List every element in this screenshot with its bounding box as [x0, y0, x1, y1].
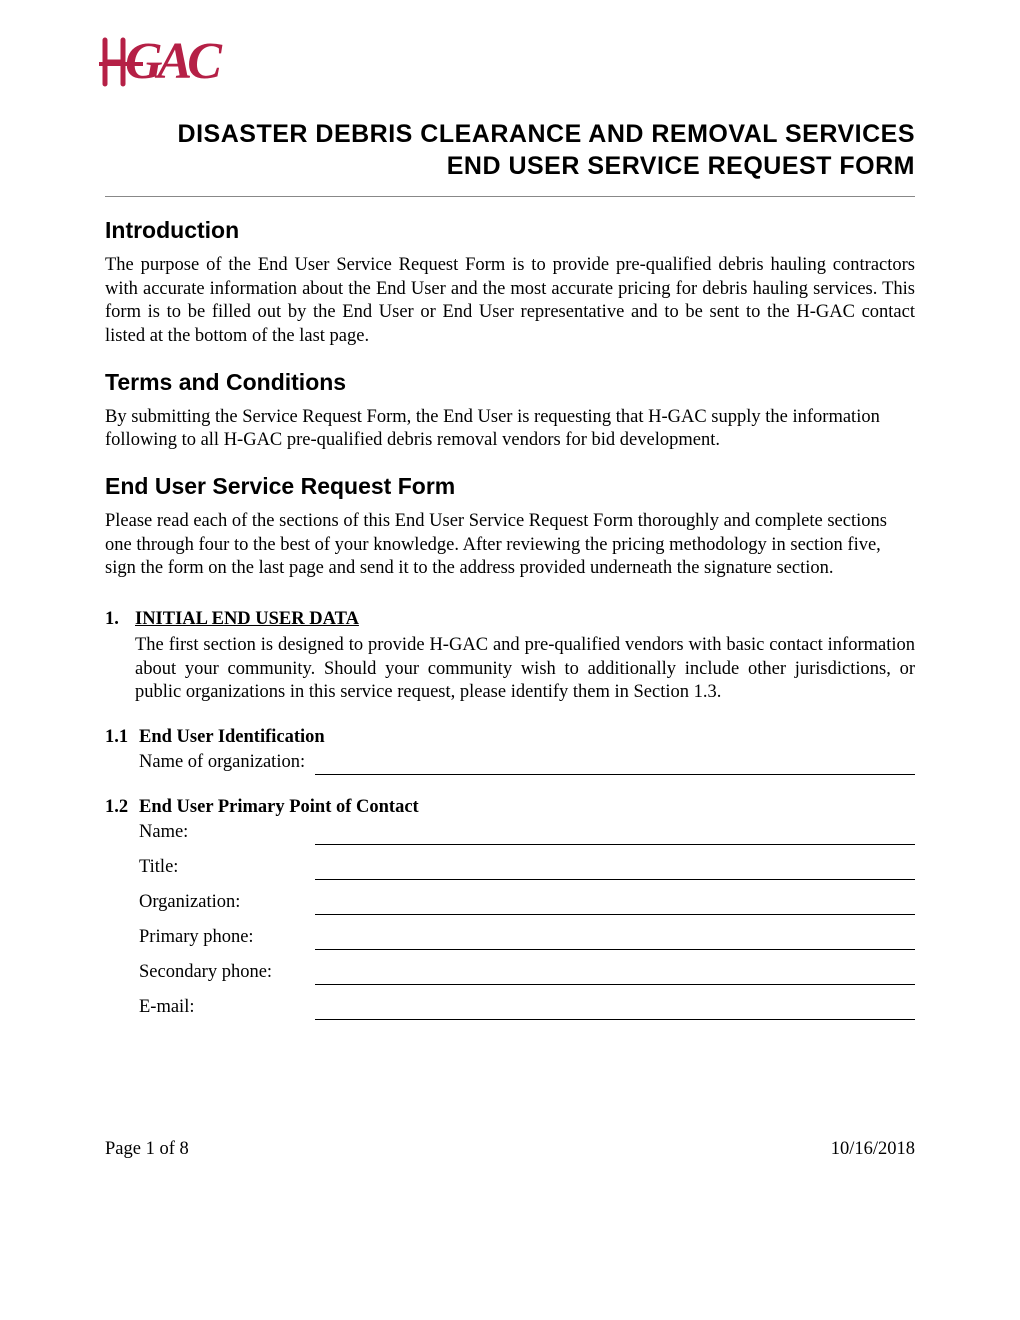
input-title[interactable]	[315, 860, 915, 880]
input-secondary-phone[interactable]	[315, 965, 915, 985]
field-row-title: Title:	[139, 855, 915, 880]
sub-1-1-number: 1.1	[105, 727, 139, 748]
field-row-org-name: Name of organization:	[139, 750, 915, 775]
sub-1-2-fields: Name: Title: Organization: Primary phone…	[139, 820, 915, 1020]
field-row-primary-phone: Primary phone:	[139, 925, 915, 950]
label-email: E-mail:	[139, 995, 315, 1020]
input-primary-phone[interactable]	[315, 930, 915, 950]
heading-form: End User Service Request Form	[105, 473, 915, 500]
label-name: Name:	[139, 820, 315, 845]
section-1-body: The first section is designed to provide…	[135, 634, 915, 705]
label-secondary-phone: Secondary phone:	[139, 960, 315, 985]
sub-1-2-number: 1.2	[105, 797, 139, 818]
page-footer: Page 1 of 8 10/16/2018	[105, 1139, 915, 1160]
heading-introduction: Introduction	[105, 217, 915, 244]
page-number: Page 1 of 8	[105, 1139, 189, 1160]
input-email[interactable]	[315, 1000, 915, 1020]
title-line-2: END USER SERVICE REQUEST FORM	[165, 150, 915, 182]
label-organization: Organization:	[139, 890, 315, 915]
title-divider	[105, 196, 915, 197]
subsection-1-2-heading: 1.2 End User Primary Point of Contact	[105, 797, 915, 818]
field-row-email: E-mail:	[139, 995, 915, 1020]
subsection-1-1-heading: 1.1 End User Identification	[105, 727, 915, 748]
sub-1-1-title: End User Identification	[139, 727, 325, 748]
section-1-heading: 1. INITIAL END USER DATA	[105, 609, 915, 630]
field-row-name: Name:	[139, 820, 915, 845]
document-title: DISASTER DEBRIS CLEARANCE AND REMOVAL SE…	[165, 118, 915, 182]
field-row-organization: Organization:	[139, 890, 915, 915]
hgac-logo: GAC	[99, 30, 269, 95]
intro-paragraph: The purpose of the End User Service Requ…	[105, 254, 915, 349]
title-line-1: DISASTER DEBRIS CLEARANCE AND REMOVAL SE…	[165, 118, 915, 150]
svg-text:GAC: GAC	[125, 33, 223, 90]
field-row-secondary-phone: Secondary phone:	[139, 960, 915, 985]
footer-date: 10/16/2018	[831, 1139, 915, 1160]
sub-1-1-fields: Name of organization:	[139, 750, 915, 775]
label-primary-phone: Primary phone:	[139, 925, 315, 950]
sub-1-2-title: End User Primary Point of Contact	[139, 797, 419, 818]
input-name[interactable]	[315, 825, 915, 845]
page: GAC DISASTER DEBRIS CLEARANCE AND REMOVA…	[0, 0, 1020, 1320]
label-title: Title:	[139, 855, 315, 880]
terms-paragraph: By submitting the Service Request Form, …	[105, 406, 915, 453]
label-org-name: Name of organization:	[139, 750, 315, 775]
input-org-name[interactable]	[315, 755, 915, 775]
section-1-title: INITIAL END USER DATA	[135, 609, 359, 630]
form-instructions: Please read each of the sections of this…	[105, 510, 915, 581]
heading-terms: Terms and Conditions	[105, 369, 915, 396]
input-organization[interactable]	[315, 895, 915, 915]
section-1: 1. INITIAL END USER DATA The first secti…	[105, 609, 915, 1020]
section-1-number: 1.	[105, 609, 135, 630]
